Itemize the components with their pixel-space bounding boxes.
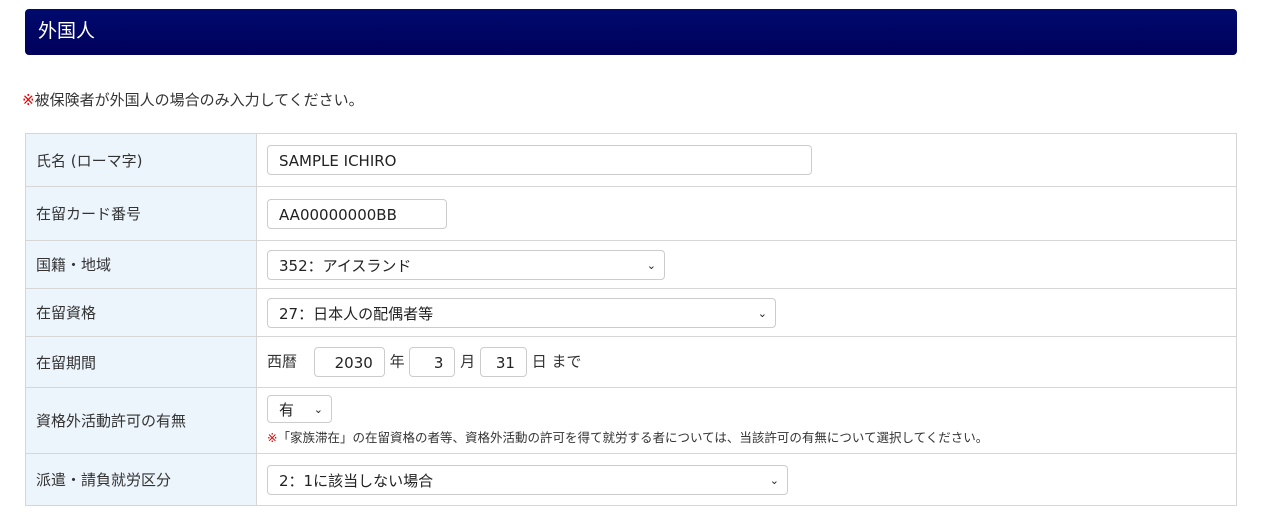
row-name: 氏名 (ローマ字) SAMPLE ICHIRO <box>25 133 1237 187</box>
permit-note-text: 「家族滞在」の在留資格の者等、資格外活動の許可を得て就労する者については、当該許… <box>277 430 989 445</box>
foreigner-form-table: 氏名 (ローマ字) SAMPLE ICHIRO 在留カード番号 AA000000… <box>25 133 1237 506</box>
section-header: 外国人 <box>25 9 1237 55</box>
permit-value: 有 <box>279 401 295 419</box>
until-label: まで <box>551 352 582 371</box>
row-dispatch: 派遣・請負就労区分 2：1に該当しない場合 ⌄ <box>25 453 1237 506</box>
card-number-input[interactable]: AA00000000BB <box>267 198 447 229</box>
dispatch-value: 2：1に該当しない場合 <box>279 471 434 490</box>
nationality-value: 352：アイスランド <box>279 256 412 275</box>
chevron-down-icon: ⌄ <box>313 403 323 416</box>
year-input[interactable]: 2030 <box>313 347 385 377</box>
row-status: 在留資格 27：日本人の配偶者等 ⌄ <box>25 288 1237 337</box>
month-input[interactable]: 3 <box>409 347 456 377</box>
permit-note-mark: ※ <box>267 430 278 445</box>
chevron-down-icon: ⌄ <box>757 306 767 320</box>
label-dispatch: 派遣・請負就労区分 <box>25 453 257 506</box>
permit-select[interactable]: 有 ⌄ <box>267 395 332 423</box>
nationality-select[interactable]: 352：アイスランド ⌄ <box>267 249 665 280</box>
chevron-down-icon: ⌄ <box>646 258 656 272</box>
month-unit: 月 <box>460 352 476 371</box>
label-status: 在留資格 <box>25 288 257 337</box>
status-value: 27：日本人の配偶者等 <box>279 304 434 323</box>
label-nationality: 国籍・地域 <box>25 240 257 289</box>
label-period: 在留期間 <box>25 336 257 388</box>
row-card: 在留カード番号 AA00000000BB <box>25 186 1237 241</box>
label-card: 在留カード番号 <box>25 186 257 241</box>
row-nationality: 国籍・地域 352：アイスランド ⌄ <box>25 240 1237 289</box>
era-label: 西暦 <box>267 352 298 371</box>
year-unit: 年 <box>389 352 405 371</box>
day-unit: 日 <box>531 352 547 371</box>
row-permit: 資格外活動許可の有無 有 ⌄ ※「家族滞在」の在留資格の者等、資格外活動の許可を得… <box>25 387 1237 454</box>
foreigner-note: ※被保険者が外国人の場合のみ入力してください。 <box>22 89 364 110</box>
day-input[interactable]: 31 <box>479 347 527 377</box>
dispatch-select[interactable]: 2：1に該当しない場合 ⌄ <box>267 464 788 495</box>
name-input[interactable]: SAMPLE ICHIRO <box>267 145 812 175</box>
label-name: 氏名 (ローマ字) <box>25 133 257 187</box>
note-text: 被保険者が外国人の場合のみ入力してください。 <box>34 91 364 109</box>
row-period: 在留期間 西暦 2030 年 3 月 31 日 まで <box>25 336 1237 388</box>
status-select[interactable]: 27：日本人の配偶者等 ⌄ <box>267 297 776 328</box>
chevron-down-icon: ⌄ <box>769 473 779 487</box>
permit-note: ※「家族滞在」の在留資格の者等、資格外活動の許可を得て就労する者については、当該… <box>267 427 1226 446</box>
label-permit: 資格外活動許可の有無 <box>25 387 257 454</box>
note-mark: ※ <box>22 91 35 109</box>
